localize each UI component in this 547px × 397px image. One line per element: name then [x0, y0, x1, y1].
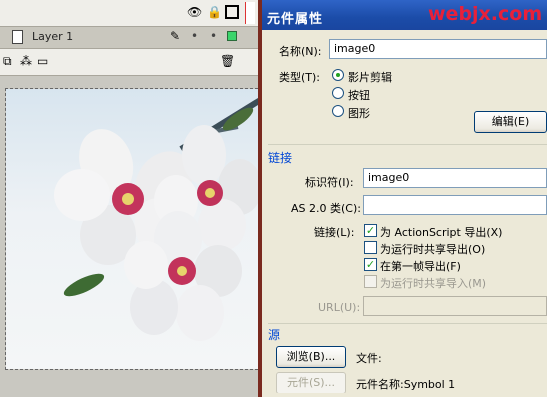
identifier-input[interactable]: image0 [363, 168, 547, 188]
export-runtime-share-label: 为运行时共享导出(O) [380, 243, 486, 256]
export-runtime-share-checkbox[interactable] [364, 241, 377, 254]
cherry-blossom-image[interactable] [5, 88, 258, 370]
stage-area [0, 76, 258, 397]
layer-row[interactable]: Layer 1 ✎ • • [0, 27, 258, 49]
add-layer-icon[interactable]: ⧉ [3, 54, 12, 69]
symbol-properties-dialog: 元件属性 webjx.com 名称(N): image0 类型(T): 影片剪辑… [262, 0, 547, 397]
name-input[interactable]: image0 [329, 39, 547, 59]
outline-color-swatch[interactable] [227, 31, 237, 41]
linkage-label: 链接(L): [314, 226, 355, 239]
trash-icon[interactable]: 🗑 [220, 54, 235, 68]
type-option-movie-clip: 影片剪辑 [348, 71, 392, 84]
page-icon [12, 30, 23, 44]
playhead-marker[interactable] [245, 2, 255, 24]
url-label: URL(U): [318, 301, 361, 314]
source-section-title: 源 [268, 328, 281, 342]
flash-editor-pane: 👁 🔒 Layer 1 ✎ • • ⧉ ⁂ ▭ 🗑 [0, 0, 258, 397]
stage-bottom-margin [0, 370, 258, 397]
symbol-name-label: 元件名称:Symbol 1 [356, 378, 456, 391]
type-radio-graphic[interactable] [332, 105, 344, 117]
timeline-header: 👁 🔒 [0, 0, 258, 27]
section-divider-2 [268, 323, 547, 324]
export-first-frame-label: 在第一帧导出(F) [380, 260, 461, 273]
import-runtime-share-checkbox[interactable] [364, 275, 377, 288]
name-label: 名称(N): [279, 45, 322, 58]
add-motion-guide-icon[interactable]: ⁂ [20, 54, 32, 68]
visibility-dot[interactable]: • [191, 29, 198, 43]
site-watermark: webjx.com [428, 3, 543, 25]
export-first-frame-checkbox[interactable]: ✓ [364, 258, 377, 271]
type-option-button: 按钮 [348, 89, 370, 102]
file-label: 文件: [356, 352, 382, 365]
eye-icon[interactable]: 👁 [187, 6, 202, 19]
url-input[interactable] [363, 296, 547, 316]
timeline-toolbar: ⧉ ⁂ ▭ 🗑 [0, 49, 258, 76]
as2-class-input[interactable] [363, 195, 547, 215]
linkage-section-title: 链接 [268, 151, 293, 165]
as2-class-label: AS 2.0 类(C): [291, 202, 361, 215]
lock-dot[interactable]: • [210, 29, 217, 43]
symbol-button[interactable]: 元件(S)... [276, 372, 346, 394]
layer-name: Layer 1 [32, 30, 74, 43]
export-actionscript-checkbox[interactable]: ✓ [364, 224, 377, 237]
pencil-icon: ✎ [170, 29, 181, 43]
section-divider [268, 144, 547, 145]
type-radio-button[interactable] [332, 87, 344, 99]
export-actionscript-label: 为 ActionScript 导出(X) [380, 226, 503, 239]
type-option-graphic: 图形 [348, 107, 370, 120]
import-runtime-share-label: 为运行时共享导入(M) [380, 277, 487, 290]
edit-button[interactable]: 编辑(E) [474, 111, 547, 133]
type-label: 类型(T): [279, 71, 321, 84]
dialog-bottom-edge [262, 393, 547, 397]
lock-icon[interactable]: 🔒 [207, 6, 222, 19]
identifier-label: 标识符(I): [305, 176, 354, 189]
browse-button[interactable]: 浏览(B)... [276, 346, 346, 368]
dialog-titlebar[interactable]: 元件属性 webjx.com [262, 0, 547, 30]
dialog-title: 元件属性 [267, 12, 324, 27]
type-radio-movie-clip[interactable] [332, 69, 344, 81]
outline-square-icon[interactable] [225, 5, 239, 19]
insert-folder-icon[interactable]: ▭ [37, 54, 48, 68]
